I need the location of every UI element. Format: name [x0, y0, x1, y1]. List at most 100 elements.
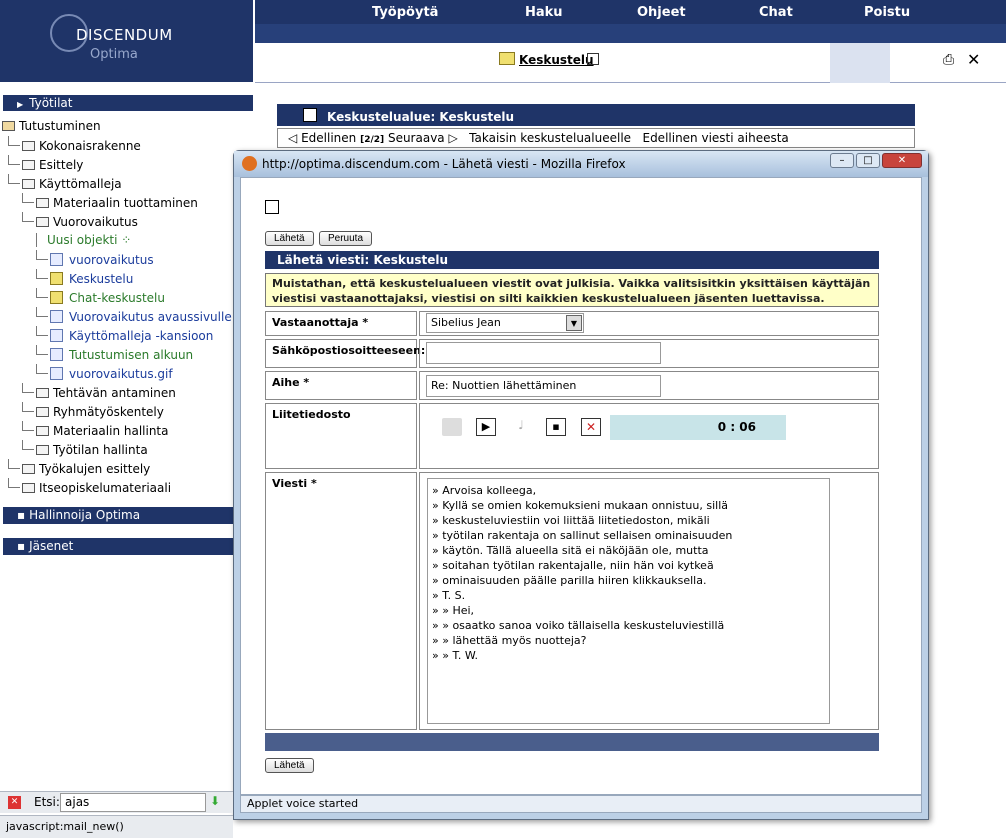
tree-item-chat-keskustelu[interactable]: Chat-keskustelu	[36, 288, 165, 307]
tree-item-materiaalin-hallinta[interactable]: Materiaalin hallinta	[22, 421, 168, 440]
tree-label: vuorovaikutus.gif	[69, 367, 173, 381]
tree-item-esittely[interactable]: Esittely	[8, 155, 83, 174]
message-line: » Arvoisa kolleega,	[432, 484, 537, 497]
subject-input[interactable]: Re: Nuottien lähettäminen	[426, 375, 661, 397]
nav-tyopoyta[interactable]: Työpöytä	[372, 5, 438, 20]
tree-label: Tutustuminen	[19, 119, 101, 133]
message-line: » soitahan työtilan rakentajalle, niin h…	[432, 559, 714, 572]
popup-window: http://optima.discendum.com - Lähetä vie…	[233, 150, 929, 820]
tree-item-uusi-objekti[interactable]: Uusi objekti ⁘	[36, 231, 131, 250]
recipient-value: Sibelius Jean	[431, 316, 501, 329]
save-icon[interactable]: ▪	[546, 418, 566, 436]
tree-label: Itseopiskelumateriaali	[39, 481, 172, 495]
popout-icon[interactable]	[587, 53, 599, 65]
public-warning: Muistathan, että keskustelualueen viesti…	[265, 273, 879, 307]
message-line: » ominaisuuden päälle parilla hiiren kli…	[432, 574, 707, 587]
form-icon	[265, 200, 279, 214]
tree-item-keskustelu[interactable]: Keskustelu	[36, 269, 133, 288]
tools-icon[interactable]: ✕	[967, 50, 980, 69]
tree-item-kayttomalleja[interactable]: Käyttömalleja	[8, 174, 122, 193]
nav-prev-msg[interactable]: Edellinen viesti aiheesta	[642, 131, 788, 145]
message-textarea[interactable]: » Arvoisa kolleega, » Kyllä se omien kok…	[427, 478, 830, 724]
firefox-icon	[242, 156, 257, 171]
email-input[interactable]	[426, 342, 661, 364]
recipient-select[interactable]: Sibelius Jean ▼	[426, 313, 584, 333]
open-folder-icon	[36, 217, 49, 227]
logo-title: DISCENDUM	[76, 26, 173, 44]
workspaces-label: Työtilat	[29, 96, 73, 110]
send-button-top[interactable]: Lähetä	[265, 231, 314, 246]
folder-icon	[22, 160, 35, 170]
tree-item-kayttomalleja-kansioon[interactable]: Käyttömalleja -kansioon	[36, 326, 213, 345]
tree-label: Chat-keskustelu	[69, 291, 165, 305]
minimize-button[interactable]: –	[830, 153, 854, 168]
tree-label: Kokonaisrakenne	[39, 139, 141, 153]
logo: DISCENDUM Optima	[0, 0, 253, 82]
nav-chat[interactable]: Chat	[759, 5, 793, 20]
popup-content: Lähetä Peruuta Lähetä viesti: Keskustelu…	[240, 177, 922, 795]
tree-item-vuorovaikutus[interactable]: Vuorovaikutus	[22, 212, 253, 231]
chat-icon	[50, 291, 63, 304]
user-icon: ▪	[17, 508, 26, 522]
tree-item-vuorovaikutus-link[interactable]: vuorovaikutus	[36, 250, 154, 269]
close-find-icon[interactable]: ✕	[8, 796, 21, 809]
find-label: Etsi:	[34, 795, 60, 809]
folder-icon	[22, 179, 35, 189]
next-arrow-icon: ▷	[448, 131, 458, 145]
open-folder-icon	[2, 121, 15, 131]
print-icon[interactable]: ⎙	[943, 52, 954, 68]
nav-next[interactable]: Seuraava	[388, 131, 445, 145]
note-icon[interactable]: ♩	[511, 418, 531, 436]
tab-keskustelu[interactable]: Keskustelu	[519, 53, 594, 67]
delete-icon[interactable]: ✕	[581, 418, 601, 436]
admin-bar[interactable]: ▪ Hallinnoija Optima	[3, 507, 253, 524]
window-titlebar[interactable]: http://optima.discendum.com - Lähetä vie…	[234, 151, 928, 177]
attachment-label: Liitetiedosto	[265, 403, 417, 469]
workspaces-bar[interactable]: ▶ Työtilat	[3, 95, 253, 111]
area-title-bar: Keskustelualue: Keskustelu	[277, 104, 915, 126]
folder-icon	[22, 141, 35, 151]
subject-cell: Re: Nuottien lähettäminen	[419, 371, 879, 400]
nav-haku[interactable]: Haku	[525, 5, 563, 20]
record-icon[interactable]	[442, 418, 462, 436]
discussion-icon	[499, 52, 515, 65]
nav-back[interactable]: Takaisin keskustelualueelle	[469, 131, 631, 145]
link-arrow-icon	[50, 348, 63, 361]
members-bar[interactable]: ▪ Jäsenet	[3, 538, 253, 555]
tree-item-vuorovaikutus-gif[interactable]: vuorovaikutus.gif	[36, 364, 173, 383]
tree-item-tyotilan-hallinta[interactable]: Työtilan hallinta	[22, 440, 148, 459]
tree-label: Työtilan hallinta	[53, 443, 148, 457]
nav-poistu[interactable]: Poistu	[864, 5, 910, 20]
tree-item-itseopiskelumateriaali[interactable]: Itseopiskelumateriaali	[8, 478, 171, 497]
link-arrow-icon	[50, 329, 63, 342]
admin-label: Hallinnoija Optima	[29, 508, 141, 522]
folder-icon	[36, 388, 49, 398]
maximize-button[interactable]: □	[856, 153, 880, 168]
nav-ohjeet[interactable]: Ohjeet	[637, 5, 686, 20]
folder-icon	[36, 198, 49, 208]
tree-label: Vuorovaikutus	[53, 215, 138, 229]
tree-label: Tutustumisen alkuun	[69, 348, 194, 362]
tree-item-vuorovaikutus-avaussivulle[interactable]: Vuorovaikutus avaussivulle	[36, 307, 232, 326]
folder-icon	[22, 464, 35, 474]
tree-item-tutustumisen-alkuun[interactable]: Tutustumisen alkuun	[36, 345, 193, 364]
tree-label: Käyttömalleja -kansioon	[69, 329, 214, 343]
cancel-button[interactable]: Peruuta	[319, 231, 373, 246]
area-title: Keskustelualue: Keskustelu	[327, 110, 515, 124]
tree-item-kokonaisrakenne[interactable]: Kokonaisrakenne	[8, 136, 141, 155]
chevron-down-icon[interactable]: ▼	[566, 315, 582, 331]
close-button[interactable]: ✕	[882, 153, 922, 168]
tree-item-ryhmatyoskentely[interactable]: Ryhmätyöskentely	[22, 402, 164, 421]
find-next-arrow-icon[interactable]: ⬇	[210, 794, 220, 808]
send-button-bottom[interactable]: Lähetä	[265, 758, 314, 773]
tree-item-tyokalujen-esittely[interactable]: Työkalujen esittely	[8, 459, 150, 478]
email-label: Sähköpostiosoitteeseen:	[265, 339, 425, 368]
tree-label: Työkalujen esittely	[39, 462, 151, 476]
tree-item-tutustuminen[interactable]: Tutustuminen	[2, 117, 101, 136]
tree-item-materiaalin-tuottaminen[interactable]: Materiaalin tuottaminen	[22, 193, 198, 212]
nav-prev[interactable]: Edellinen	[301, 131, 356, 145]
subject-label: Aihe *	[265, 371, 417, 400]
find-input[interactable]: ajas	[60, 793, 206, 812]
tree-item-tehtavan-antaminen[interactable]: Tehtävän antaminen	[22, 383, 176, 402]
play-icon[interactable]: ▶	[476, 418, 496, 436]
